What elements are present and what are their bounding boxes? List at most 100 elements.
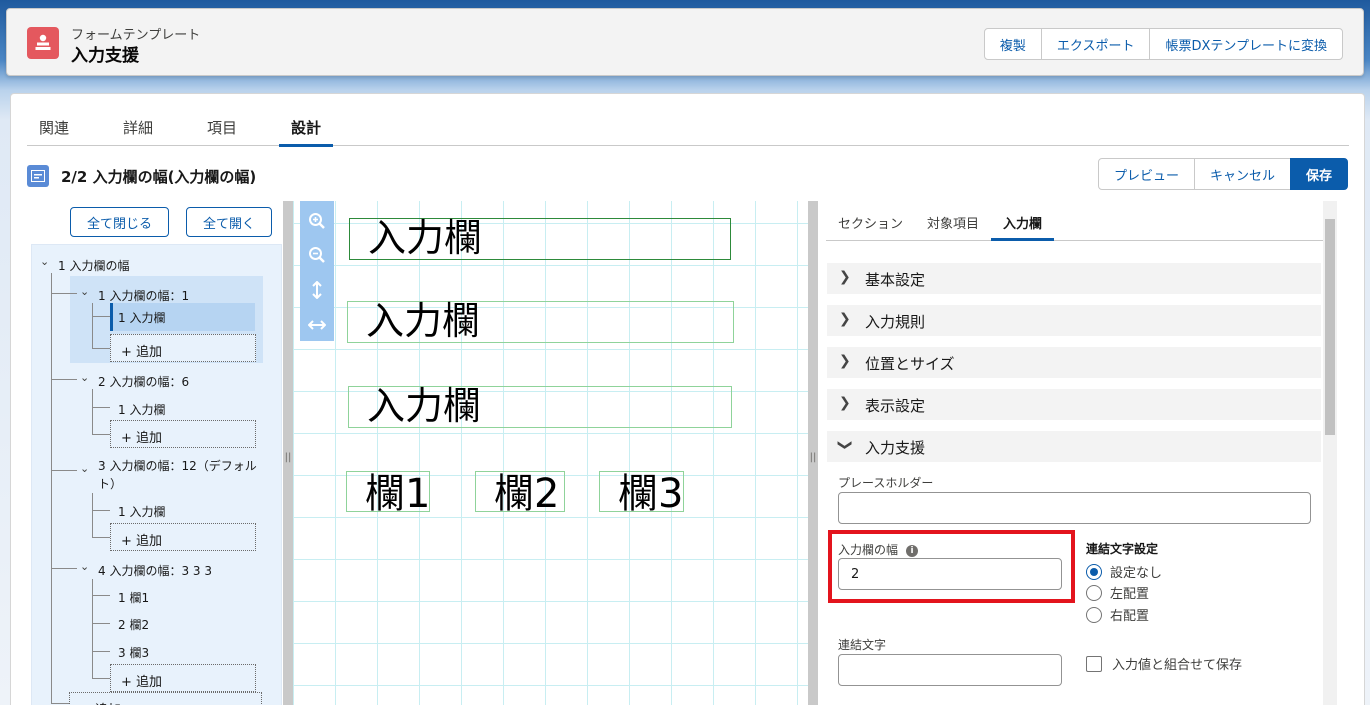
tree-item[interactable]: 1 欄1: [118, 589, 149, 606]
structure-tree-panel: 全て閉じる 全て開く ⌄ 1 入力欄の幅 ⌄ 1 入力欄の幅：1 1 入力欄 +…: [24, 201, 284, 705]
cancel-button[interactable]: キャンセル: [1193, 158, 1291, 190]
designer-actions: プレビュー キャンセル 保存: [1097, 158, 1348, 190]
checkbox-icon: [1086, 655, 1102, 672]
tree-item[interactable]: 1 入力欄: [118, 503, 165, 520]
zoom-in-icon[interactable]: [307, 211, 327, 231]
fit-height-icon[interactable]: [307, 280, 327, 300]
section-basic-settings[interactable]: ❯ 基本設定: [827, 263, 1321, 294]
canvas-field-2[interactable]: 入力欄: [347, 301, 734, 343]
tree-line: [51, 379, 77, 380]
tab-details[interactable]: 詳細: [111, 104, 165, 146]
property-tabs: セクション 対象項目 入力欄: [826, 203, 1323, 241]
placeholder-label: プレースホルダー: [838, 476, 934, 490]
fit-width-icon[interactable]: [307, 315, 327, 335]
save-combined-checkbox[interactable]: 入力値と組合せて保存: [1086, 654, 1242, 673]
add-item-button[interactable]: + 追加: [110, 664, 256, 692]
tree-line: [92, 434, 110, 435]
section-input-rules[interactable]: ❯ 入力規則: [827, 305, 1321, 336]
tab-fields[interactable]: 項目: [195, 104, 249, 146]
chevron-right-icon: ❯: [839, 311, 851, 327]
clone-button[interactable]: 複製: [983, 28, 1042, 60]
tree-line: [51, 273, 52, 703]
tree-item[interactable]: 2 欄2: [118, 616, 149, 633]
canvas-field-1[interactable]: 入力欄: [349, 218, 731, 260]
tab-target-field[interactable]: 対象項目: [915, 203, 991, 240]
chevron-down-icon[interactable]: ⌄: [80, 371, 89, 384]
tree-line: [92, 407, 110, 408]
tree-line: [51, 293, 77, 294]
chevron-down-icon[interactable]: ⌄: [80, 560, 89, 573]
tree-item[interactable]: 1 入力欄: [118, 309, 165, 326]
header-actions: 複製 エクスポート 帳票DXテンプレートに変換: [983, 28, 1343, 60]
placeholder-input[interactable]: [838, 492, 1311, 524]
record-tabs: 関連 詳細 項目 設計: [27, 104, 1349, 147]
tree-group-3[interactable]: 3 入力欄の幅：12（デフォル: [98, 457, 257, 474]
tab-input-field[interactable]: 入力欄: [991, 203, 1055, 241]
chevron-down-icon[interactable]: ⌄: [80, 462, 89, 475]
properties-scrollbar[interactable]: [1323, 201, 1337, 705]
zoom-out-icon[interactable]: [307, 245, 327, 265]
radio-icon: [1086, 606, 1102, 623]
tree-line: [92, 510, 110, 511]
collapse-all-button[interactable]: 全て閉じる: [70, 207, 170, 237]
canvas-subfield-2[interactable]: 欄2: [494, 474, 559, 514]
canvas-subfield-1[interactable]: 欄1: [365, 474, 430, 514]
tree-line: [92, 579, 93, 679]
record-title: 入力支援: [71, 46, 139, 66]
canvas-toolbar: [300, 201, 334, 341]
join-setting-label: 連結文字設定: [1086, 542, 1159, 556]
add-item-button[interactable]: + 追加: [110, 523, 256, 551]
section-position-size[interactable]: ❯ 位置とサイズ: [827, 347, 1321, 378]
tab-design[interactable]: 設計: [279, 104, 334, 147]
designer-icon: [27, 165, 49, 187]
right-splitter[interactable]: ||: [808, 201, 818, 705]
convert-dx-template-button[interactable]: 帳票DXテンプレートに変換: [1149, 28, 1343, 60]
chevron-right-icon: ❯: [839, 353, 851, 369]
tree-line: [92, 493, 93, 537]
radio-right[interactable]: 右配置: [1086, 605, 1149, 624]
chevron-down-icon[interactable]: ⌄: [40, 255, 49, 268]
radio-icon: [1086, 563, 1102, 580]
tree-line: [92, 348, 110, 349]
add-group-button[interactable]: + 追加: [69, 692, 262, 705]
radio-left[interactable]: 左配置: [1086, 583, 1149, 602]
layout-canvas[interactable]: 入力欄 入力欄 入力欄 欄1 欄2 欄3: [293, 201, 808, 705]
tree-group-2[interactable]: 2 入力欄の幅：6: [98, 373, 189, 390]
export-button[interactable]: エクスポート: [1040, 28, 1151, 60]
canvas-subfield-3[interactable]: 欄3: [618, 474, 683, 514]
tree-group-4[interactable]: 4 入力欄の幅：3 3 3: [98, 562, 212, 579]
add-item-button[interactable]: + 追加: [110, 420, 256, 448]
add-item-button[interactable]: + 追加: [110, 334, 256, 362]
expand-all-button[interactable]: 全て開く: [186, 207, 273, 237]
tab-section[interactable]: セクション: [826, 203, 915, 240]
tree-line: [92, 316, 110, 317]
tree-line: [92, 678, 110, 679]
tree-line: [51, 568, 77, 569]
form-template-icon: [27, 27, 59, 59]
chevron-right-icon: ❯: [839, 269, 851, 285]
left-splitter[interactable]: ||: [283, 201, 293, 705]
highlight-box: [828, 530, 1075, 603]
tree-item[interactable]: 1 入力欄: [118, 401, 165, 418]
tree-group-3-cont[interactable]: ト）: [98, 475, 122, 492]
chevron-down-icon[interactable]: ⌄: [80, 285, 89, 298]
tree-line: [92, 389, 93, 435]
designer-title: 2/2 入力欄の幅(入力欄の幅): [61, 168, 257, 186]
section-input-support[interactable]: ❯ 入力支援: [827, 431, 1321, 462]
tree-line: [92, 595, 110, 596]
tab-related[interactable]: 関連: [27, 104, 81, 146]
tree-item[interactable]: 3 欄3: [118, 644, 149, 661]
scroll-thumb[interactable]: [1325, 219, 1335, 435]
tree-root[interactable]: 1 入力欄の幅: [58, 257, 129, 274]
preview-button[interactable]: プレビュー: [1097, 158, 1195, 190]
save-button[interactable]: 保存: [1289, 158, 1348, 190]
tree-group-1[interactable]: 1 入力欄の幅：1: [98, 287, 189, 304]
join-char-input[interactable]: [838, 654, 1062, 686]
record-header: フォームテンプレート 入力支援 複製 エクスポート 帳票DXテンプレートに変換: [6, 8, 1364, 76]
tree-line: [92, 623, 110, 624]
section-display-settings[interactable]: ❯ 表示設定: [827, 389, 1321, 420]
tree-line: [92, 537, 110, 538]
radio-none[interactable]: 設定なし: [1086, 562, 1162, 581]
canvas-field-3[interactable]: 入力欄: [348, 386, 732, 428]
chevron-down-icon: ❯: [836, 439, 853, 451]
